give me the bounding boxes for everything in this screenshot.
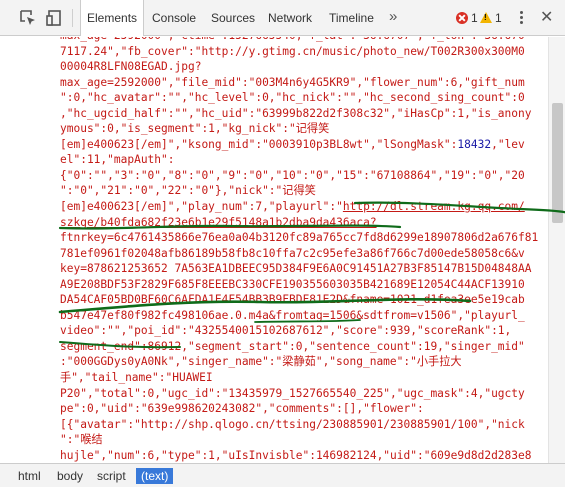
string-text: [{"avatar":"http://shp.qlogo.cn/ttsing/2… bbox=[60, 417, 525, 431]
code-line: ":"0","21":"0","22":"0"},"nick":"记得笑 bbox=[0, 183, 548, 199]
inspect-element-icon[interactable] bbox=[18, 8, 38, 28]
tab-console[interactable]: Console bbox=[152, 0, 196, 36]
warning-count: 1 bbox=[495, 11, 502, 25]
string-text: A9E208BDF53F2829F685F8EEEBC330CFE1903556… bbox=[60, 277, 525, 291]
code-line: ymous":0,"is_segment":1,"kg_nick":"记得笑 bbox=[0, 121, 548, 137]
code-line: ":0,"hc_avatar":"","hc_level":0,"hc_nick… bbox=[0, 90, 548, 106]
code-line: max_age=2592000","file_mid":"003M4n6y4G5… bbox=[0, 75, 548, 91]
string-text: max_age=2592000","file_mid":"003M4n6y4G5… bbox=[60, 75, 525, 89]
code-line: video":"","poi_id":"4325540015102687612"… bbox=[0, 323, 548, 339]
breadcrumb-text[interactable]: (text) bbox=[136, 468, 174, 484]
string-text: pe":0,"uid":"639e998620243082","comments… bbox=[60, 402, 424, 416]
error-icon bbox=[456, 12, 468, 24]
code-line: 781ef0961f02048afb86189b58fb8c10ffa7c2c9… bbox=[0, 246, 548, 262]
error-count: 1 bbox=[471, 11, 478, 25]
string-text: ymous":0,"is_segment":1,"kg_nick":"记得笑 bbox=[60, 122, 330, 136]
code-line: A9E208BDF53F2829F685F8EEEBC330CFE1903556… bbox=[0, 277, 548, 293]
code-line: [em]e400623[/em]","play_num":7,"playurl"… bbox=[0, 199, 548, 215]
vertical-scrollbar[interactable] bbox=[548, 37, 565, 463]
script-text-content[interactable]: max_age=2592000","ctime":1527665540,"f_l… bbox=[0, 37, 548, 463]
number-text: 18432 bbox=[457, 137, 492, 151]
string-text: el":11,"mapAuth": bbox=[60, 153, 175, 167]
code-line: [{"avatar":"http://shp.qlogo.cn/ttsing/2… bbox=[0, 417, 548, 433]
warning-icon bbox=[480, 12, 492, 23]
string-text: video":"","poi_id":"4325540015102687612"… bbox=[60, 324, 512, 338]
code-line: el":11,"mapAuth": bbox=[0, 152, 548, 168]
tab-timeline-label: Timeline bbox=[329, 11, 374, 25]
code-line: key=878621253652 7A563EA1DBEEC95D384F9E6… bbox=[0, 261, 548, 277]
string-text: [em]e400623[/em]","play_num":7,"playurl"… bbox=[60, 200, 343, 214]
code-line: DA54CAF05BD0BF60C6AFDA1E4F54BB3B9FBDF81E… bbox=[0, 292, 548, 308]
string-text: ":0,"hc_avatar":"","hc_level":0,"hc_nick… bbox=[60, 91, 525, 105]
string-text: max_age=2592000","ctime":1527665540,"f_l… bbox=[60, 37, 525, 42]
breadcrumb: html body script (text) bbox=[0, 463, 565, 487]
kebab-menu-icon[interactable] bbox=[518, 9, 524, 27]
tab-console-label: Console bbox=[152, 11, 197, 25]
device-mode-icon[interactable] bbox=[44, 8, 64, 28]
string-text: ":"喉结 bbox=[60, 433, 103, 447]
code-line: ftnrkey=6c4761435866e76ea0a04b3120fc89a7… bbox=[0, 230, 548, 246]
string-text: segment_end":86912,"segment_start":0,"se… bbox=[60, 339, 525, 353]
code-line: 7117.24","fb_cover":"http://y.gtimg.cn/m… bbox=[0, 44, 548, 60]
tab-timeline[interactable]: Timeline bbox=[329, 0, 374, 36]
code-line: 手","tail_name":"HUAWEI bbox=[0, 370, 548, 386]
tab-sources-label: Sources bbox=[211, 11, 256, 25]
string-text: ":"0","21":"0","22":"0"},"nick":"记得笑 bbox=[60, 184, 316, 198]
string-text: 手","tail_name":"HUAWEI bbox=[60, 371, 213, 385]
string-text: b547e47ef80f982fc498106ae.0.m4a&fromtag=… bbox=[60, 308, 525, 322]
code-line: ":"喉结 bbox=[0, 432, 548, 448]
string-text: 781ef0961f02048afb86189b58fb8c10ffa7c2c9… bbox=[60, 246, 525, 260]
string-text: [em]e400623[/em]","ksong_mid":"0003910p3… bbox=[60, 137, 458, 151]
string-text: P20","total":0,"ugc_id":"13435979_152766… bbox=[60, 386, 525, 400]
string-text: hujle","num":6,"type":1,"uIsInvisble":14… bbox=[60, 448, 532, 462]
chevron-double-right-icon: » bbox=[389, 8, 398, 25]
breadcrumb-script[interactable]: script bbox=[93, 468, 130, 484]
code-line: szkge/b40fda682f23e6b1e29f5148a1b2dba9da… bbox=[0, 215, 548, 231]
string-text: ,"lev bbox=[491, 137, 525, 151]
code-line: :"000GGDys0yA0Nk","singer_name":"梁静茹","s… bbox=[0, 354, 548, 370]
tab-elements[interactable]: Elements bbox=[80, 0, 145, 36]
code-line: {"0":"","3":"0","8":"0","9":"0","10":"0"… bbox=[0, 168, 548, 184]
code-line: P20","total":0,"ugc_id":"13435979_152766… bbox=[0, 386, 548, 402]
toolbar-separator bbox=[72, 9, 73, 27]
tab-network-label: Network bbox=[268, 11, 313, 25]
url-text: http://dl.stream.kg.qq.com/ bbox=[342, 200, 525, 214]
tab-elements-label: Elements bbox=[87, 11, 138, 25]
string-text: DA54CAF05BD0BF60C6AFDA1E4F54BB3B9FBDF81E… bbox=[60, 293, 525, 307]
string-text: :"000GGDys0yA0Nk","singer_name":"梁静茹","s… bbox=[60, 355, 462, 369]
string-text: key=878621253652 7A563EA1DBEEC95D384F9E6… bbox=[60, 262, 532, 276]
close-devtools-icon[interactable]: ✕ bbox=[540, 8, 553, 28]
code-line: segment_end":86912,"segment_start":0,"se… bbox=[0, 339, 548, 355]
code-line: ,"hc_ugcid_half":"","hc_uid":"63999b822d… bbox=[0, 106, 548, 122]
url-text: szkge/b40fda682f23e6b1e29f5148a1b2dba9da… bbox=[60, 215, 377, 229]
string-text: {"0":"","3":"0","8":"0","9":"0","10":"0"… bbox=[60, 168, 525, 182]
breadcrumb-body[interactable]: body bbox=[53, 468, 87, 484]
breadcrumb-html[interactable]: html bbox=[14, 468, 45, 484]
string-text: 7117.24","fb_cover":"http://y.gtimg.cn/m… bbox=[60, 44, 525, 58]
scrollbar-thumb[interactable] bbox=[552, 103, 563, 223]
string-text: ftnrkey=6c4761435866e76ea0a04b3120fc89a7… bbox=[60, 231, 539, 245]
tab-network[interactable]: Network bbox=[268, 0, 312, 36]
string-text: 00004R8LFN08EGAD.jpg? bbox=[60, 60, 202, 74]
code-line: hujle","num":6,"type":1,"uIsInvisble":14… bbox=[0, 448, 548, 463]
warning-count-badge[interactable]: 1 bbox=[480, 11, 502, 25]
code-line: pe":0,"uid":"639e998620243082","comments… bbox=[0, 401, 548, 417]
string-text: ,"hc_ugcid_half":"","hc_uid":"63999b822d… bbox=[60, 106, 532, 120]
error-count-badge[interactable]: 1 bbox=[456, 11, 478, 25]
devtools-toolbar: Elements Console Sources Network Timelin… bbox=[0, 0, 565, 36]
more-tabs-button[interactable]: » bbox=[389, 0, 397, 36]
tab-sources[interactable]: Sources bbox=[211, 0, 255, 36]
code-line: [em]e400623[/em]","ksong_mid":"0003910p3… bbox=[0, 137, 548, 153]
code-line: 00004R8LFN08EGAD.jpg? bbox=[0, 59, 548, 75]
code-line: b547e47ef80f982fc498106ae.0.m4a&fromtag=… bbox=[0, 308, 548, 324]
